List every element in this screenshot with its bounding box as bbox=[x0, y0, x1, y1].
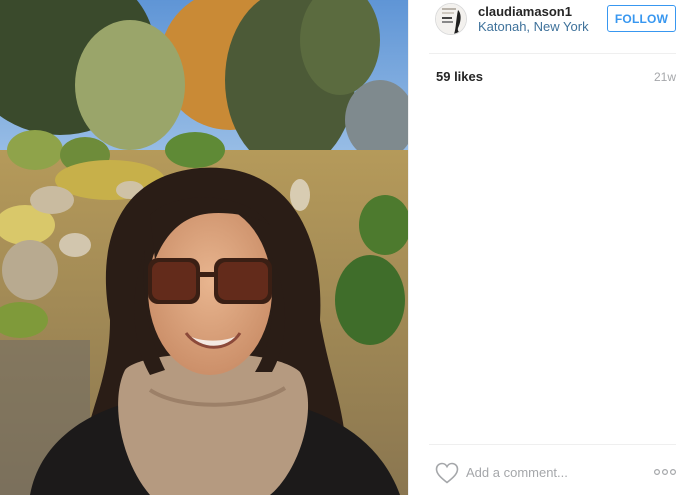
heart-icon[interactable] bbox=[435, 462, 459, 484]
location-link[interactable]: Katonah, New York bbox=[478, 19, 589, 34]
profile-avatar[interactable] bbox=[435, 3, 467, 35]
post-footer bbox=[429, 444, 676, 495]
comments-list bbox=[429, 92, 676, 443]
selfie-garden-photo bbox=[0, 0, 408, 495]
more-options-icon[interactable] bbox=[654, 467, 676, 477]
post-meta: 59 likes 21w bbox=[429, 69, 676, 85]
book-cover-icon bbox=[436, 4, 466, 34]
comment-input[interactable] bbox=[466, 461, 636, 483]
follow-button[interactable]: FOLLOW bbox=[607, 5, 676, 32]
username-link[interactable]: claudiamason1 bbox=[478, 4, 572, 19]
post-photo[interactable] bbox=[0, 0, 408, 495]
post-sidebar: claudiamason1 Katonah, New York FOLLOW 5… bbox=[408, 0, 688, 495]
likes-count[interactable]: 59 likes bbox=[436, 69, 483, 84]
post-age[interactable]: 21w bbox=[654, 70, 676, 84]
post-header: claudiamason1 Katonah, New York FOLLOW bbox=[429, 0, 676, 54]
instagram-post: claudiamason1 Katonah, New York FOLLOW 5… bbox=[0, 0, 688, 495]
